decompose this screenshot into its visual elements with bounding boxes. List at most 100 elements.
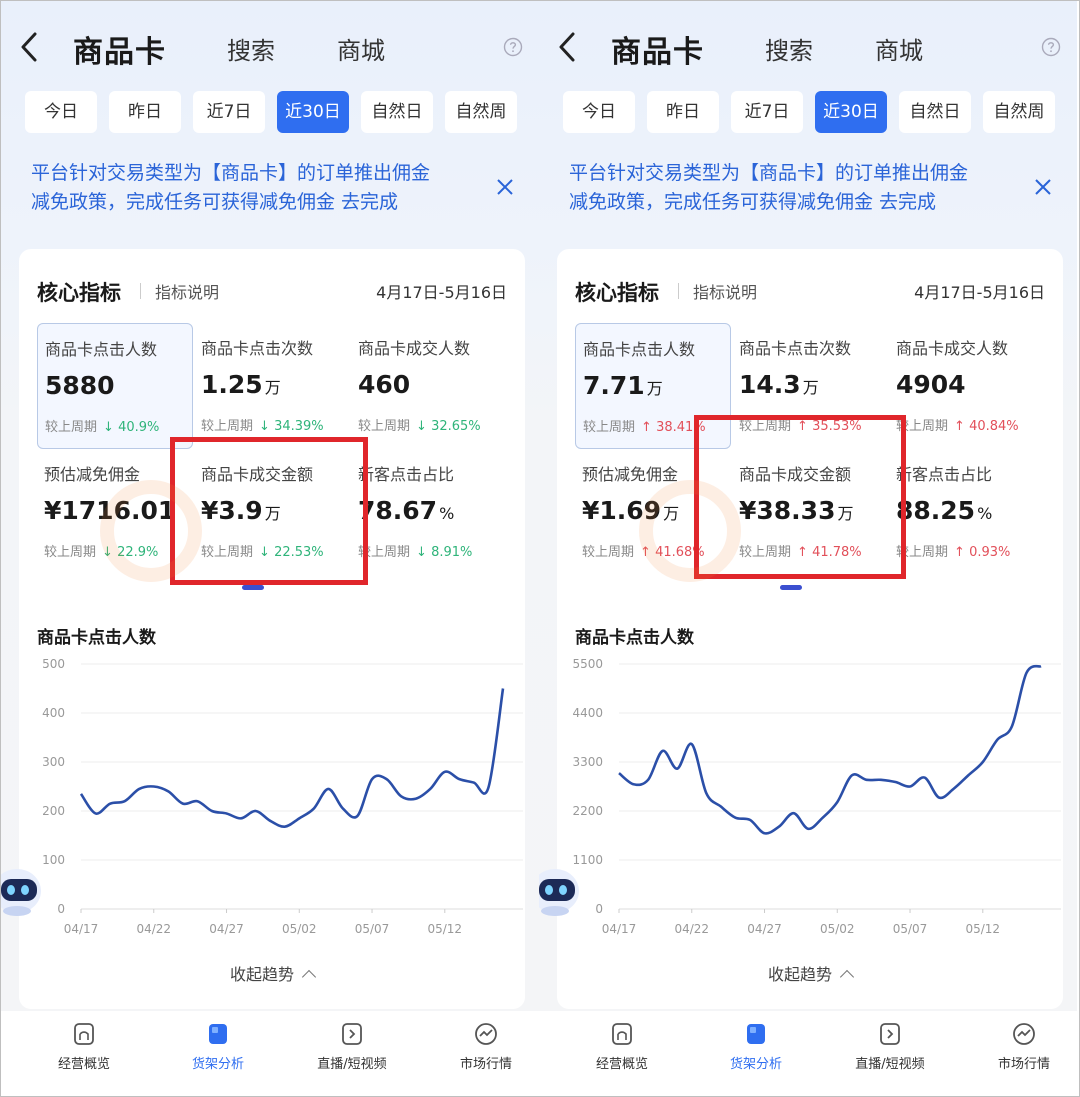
metric-explanation-link[interactable]: 指标说明	[693, 279, 757, 303]
metric-number: 78.67	[358, 496, 438, 525]
collapse-trend-button[interactable]: 收起趋势	[19, 961, 525, 985]
trend-chart[interactable]: 01100220033004400550004/17 04/22 04/27 05/0…	[557, 649, 1063, 949]
arrow-down-icon: ↓	[416, 545, 427, 560]
chevron-up-icon	[839, 969, 855, 985]
notice-line-2[interactable]: 减免政策，完成任务可获得减免佣金 去完成	[569, 188, 1019, 217]
nav-item[interactable]: 货架分析	[689, 1021, 823, 1072]
close-icon[interactable]	[495, 177, 515, 197]
change-percent: ↓ 22.9%	[102, 545, 158, 560]
period-chip[interactable]: 近7日	[193, 91, 265, 133]
date-range: 4月17日-5月16日	[376, 283, 507, 302]
period-chip[interactable]: 今日	[563, 91, 635, 133]
page-title: 商品卡	[611, 35, 704, 70]
trend-icon	[475, 1023, 497, 1045]
nav-label: 货架分析	[729, 1057, 782, 1072]
metric-compare: 较上周期 ↑ 38.41%	[583, 416, 706, 435]
arrow-down-icon: ↓	[259, 419, 270, 434]
period-chip[interactable]: 自然周	[983, 91, 1055, 133]
nav-item[interactable]: 经营概览	[17, 1021, 151, 1072]
x-tick-label: 04/22	[136, 922, 171, 936]
back-arrow-icon[interactable]	[553, 29, 583, 65]
change-percent: ↓ 34.39%	[259, 419, 324, 434]
shelf-icon	[209, 1024, 227, 1044]
nav-label: 直播/短视频	[317, 1057, 387, 1072]
compare-label: 较上周期	[201, 419, 254, 434]
period-chip[interactable]: 昨日	[109, 91, 181, 133]
metric-number: 5880	[45, 371, 115, 400]
chevron-up-icon	[301, 969, 317, 985]
metric-explanation-link[interactable]: 指标说明	[155, 279, 219, 303]
nav-label: 市场行情	[459, 1057, 512, 1072]
assistant-robot-icon[interactable]	[539, 861, 585, 921]
nav-item[interactable]: 市场行情	[957, 1021, 1077, 1072]
nav-item[interactable]: 市场行情	[419, 1021, 539, 1072]
tab-search[interactable]: 搜索	[765, 31, 813, 66]
period-chip[interactable]: 今日	[25, 91, 97, 133]
back-arrow-icon[interactable]	[15, 29, 45, 65]
metric-unit: 万	[663, 504, 680, 523]
metric-tile[interactable]: 商品卡点击次数 1.25 万较上周期 ↓ 34.39%	[194, 323, 348, 447]
page-title: 商品卡	[73, 35, 166, 70]
metric-compare: 较上周期 ↓ 40.9%	[45, 416, 159, 435]
nav-item[interactable]: 货架分析	[151, 1021, 285, 1072]
metric-tile[interactable]: 新客点击占比 78.67% 较上周期 ↓ 8.91%	[351, 449, 505, 573]
tab-mall[interactable]: 商城	[337, 31, 385, 66]
x-tick-label: 04/17	[64, 922, 99, 936]
bottom-nav: 经营概览 货架分析 直播/短视频 市场行情	[539, 1011, 1077, 1095]
metric-label: 商品卡点击次数	[739, 339, 852, 358]
collapse-trend-button[interactable]: 收起趋势	[557, 961, 1063, 985]
nav-item[interactable]: 直播/短视频	[823, 1021, 957, 1072]
help-icon[interactable]	[1041, 37, 1061, 57]
y-tick-label: 2200	[572, 804, 603, 818]
metric-label: 商品卡点击次数	[201, 339, 314, 358]
metric-tile[interactable]: 商品卡成交人数 4904 较上周期 ↑ 40.84%	[889, 323, 1043, 447]
period-chip[interactable]: 自然日	[361, 91, 433, 133]
shelf-icon	[747, 1024, 765, 1044]
metric-number: 4904	[896, 370, 966, 399]
metric-label: 商品卡成交人数	[358, 339, 471, 358]
notice-line-2[interactable]: 减免政策，完成任务可获得减免佣金 去完成	[31, 188, 481, 217]
x-tick-label: 04/22	[674, 922, 709, 936]
card-title: 核心指标	[37, 281, 121, 305]
metric-tile[interactable]: 商品卡成交人数 460 较上周期 ↓ 32.65%	[351, 323, 505, 447]
period-chip[interactable]: 近30日	[815, 91, 887, 133]
divider	[678, 283, 679, 299]
period-chip[interactable]: 近7日	[731, 91, 803, 133]
metric-tile[interactable]: 预估减免佣金 ¥1716.01 较上周期 ↓ 22.9%	[37, 449, 191, 573]
metric-label: 预估减免佣金	[582, 465, 679, 484]
metric-unit: 万	[646, 379, 663, 398]
metric-unit: %	[977, 504, 993, 523]
page-indicator	[780, 585, 802, 590]
help-icon[interactable]	[503, 37, 523, 57]
metric-value: 14.3 万	[739, 370, 819, 399]
metric-label: 商品卡点击人数	[45, 340, 158, 359]
tab-search[interactable]: 搜索	[227, 31, 275, 66]
period-chip[interactable]: 自然周	[445, 91, 517, 133]
change-percent: ↑ 0.93%	[954, 545, 1010, 560]
period-selector: 今日 昨日 近7日 近30日 自然日 自然周	[25, 91, 539, 135]
period-chip[interactable]: 近30日	[277, 91, 349, 133]
compare-label: 较上周期	[45, 420, 98, 435]
metric-tile[interactable]: 商品卡点击人数 5880 较上周期 ↓ 40.9%	[37, 323, 193, 449]
period-chip[interactable]: 自然日	[899, 91, 971, 133]
metric-compare: 较上周期 ↑ 0.93%	[896, 541, 1010, 560]
period-chip[interactable]: 昨日	[647, 91, 719, 133]
metric-tile[interactable]: 新客点击占比 88.25% 较上周期 ↑ 0.93%	[889, 449, 1043, 573]
top-bar: 商品卡 搜索 商城	[1, 19, 539, 79]
bottom-nav: 经营概览 货架分析 直播/短视频 市场行情	[1, 1011, 539, 1095]
metric-number: ¥1716.01	[44, 496, 176, 525]
change-percent: ↓ 32.65%	[416, 419, 481, 434]
nav-item[interactable]: 经营概览	[555, 1021, 689, 1072]
tab-mall[interactable]: 商城	[875, 31, 923, 66]
x-tick-label: 05/12	[965, 922, 1000, 936]
y-tick-label: 0	[595, 902, 603, 916]
assistant-robot-icon[interactable]	[1, 861, 47, 921]
notice-line-1: 平台针对交易类型为【商品卡】的订单推出佣金	[31, 162, 431, 184]
metric-unit: 万	[264, 378, 281, 397]
trend-chart[interactable]: 010020030040050004/17 04/22 04/27 05/02 05/0…	[19, 649, 525, 949]
nav-label: 经营概览	[595, 1057, 648, 1072]
close-icon[interactable]	[1033, 177, 1053, 197]
x-tick-label: 05/02	[820, 922, 855, 936]
nav-item[interactable]: 直播/短视频	[285, 1021, 419, 1072]
trend-icon	[1013, 1023, 1035, 1045]
